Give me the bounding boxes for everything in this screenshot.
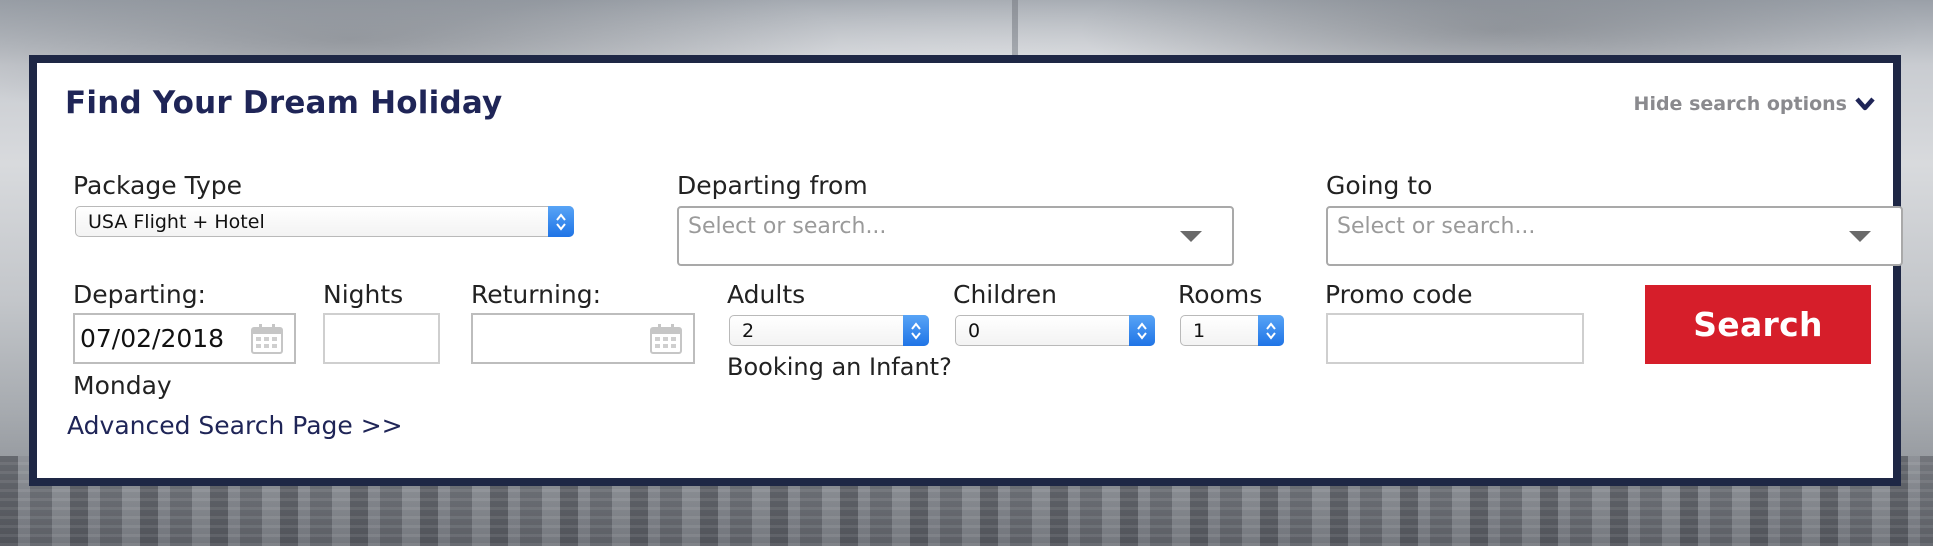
adults-label: Adults <box>727 280 806 309</box>
package-type-label: Package Type <box>73 171 242 200</box>
panel-title: Find Your Dream Holiday <box>65 85 503 121</box>
adults-value: 2 <box>742 319 755 342</box>
departing-weekday: Monday <box>73 371 172 400</box>
nights-label: Nights <box>323 280 404 309</box>
advanced-search-link[interactable]: Advanced Search Page >> <box>67 411 403 440</box>
rooms-select[interactable]: 1 <box>1180 315 1284 346</box>
returning-date-input[interactable] <box>471 313 695 364</box>
children-label: Children <box>953 280 1058 309</box>
adults-select[interactable]: 2 <box>729 315 929 346</box>
package-type-value: USA Flight + Hotel <box>88 210 265 233</box>
departing-label: Departing: <box>73 280 206 309</box>
select-stepper-icon <box>1258 315 1284 346</box>
select-stepper-icon <box>903 315 929 346</box>
hide-search-options-label: Hide search options <box>1633 93 1847 115</box>
rooms-value: 1 <box>1193 319 1206 342</box>
departing-date-input[interactable]: 07/02/2018 <box>73 313 296 364</box>
background-tower <box>1012 0 1018 60</box>
dropdown-caret-icon <box>1180 231 1202 242</box>
children-select[interactable]: 0 <box>955 315 1155 346</box>
returning-label: Returning: <box>471 280 602 309</box>
calendar-icon[interactable] <box>649 323 683 355</box>
going-to-label: Going to <box>1326 171 1433 200</box>
departing-from-select[interactable]: Select or search... <box>677 206 1234 266</box>
nights-input[interactable] <box>323 313 440 364</box>
departing-from-label: Departing from <box>677 171 868 200</box>
calendar-icon[interactable] <box>250 323 284 355</box>
departing-from-placeholder: Select or search... <box>688 214 887 239</box>
select-stepper-icon <box>1129 315 1155 346</box>
select-stepper-icon <box>548 206 574 237</box>
going-to-placeholder: Select or search... <box>1337 214 1536 239</box>
hide-search-options-toggle[interactable]: Hide search options <box>1634 93 1875 115</box>
booking-infant-link[interactable]: Booking an Infant? <box>727 353 952 381</box>
promo-code-label: Promo code <box>1325 280 1473 309</box>
package-type-select[interactable]: USA Flight + Hotel <box>75 206 574 237</box>
rooms-label: Rooms <box>1178 280 1263 309</box>
departing-date-value: 07/02/2018 <box>80 324 225 353</box>
going-to-select[interactable]: Select or search... <box>1326 206 1903 266</box>
chevron-down-icon <box>1855 97 1875 111</box>
search-button[interactable]: Search <box>1645 285 1871 364</box>
search-panel: Find Your Dream Holiday Hide search opti… <box>29 55 1903 486</box>
promo-code-input[interactable] <box>1326 313 1584 364</box>
children-value: 0 <box>968 319 981 342</box>
dropdown-caret-icon <box>1849 231 1871 242</box>
